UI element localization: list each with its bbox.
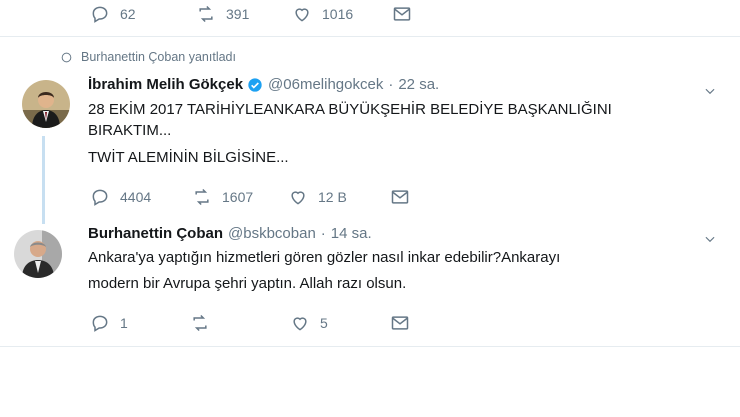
thread-connector (42, 136, 45, 224)
tweet2-message-action[interactable] (390, 313, 410, 333)
tweet2-retweet-action[interactable] (190, 313, 220, 333)
previous-tweet-actions: 62 391 1016 (0, 0, 740, 36)
avatar-gokcek[interactable] (22, 80, 70, 128)
tweet-line: 28 EKİM 2017 TARİHİYLEANKARA BÜYÜKŞEHİR … (88, 101, 612, 118)
tweet-line: TWİT ALEMİNİN BİLGİSİNE... (88, 149, 289, 166)
tweet2-header: Burhanettin Çoban @bskbcoban · 14 sa. (88, 225, 372, 242)
message-action[interactable] (392, 4, 412, 24)
tweet-line: Ankara'ya yaptığın hizmetleri gören gözl… (88, 249, 561, 266)
like-count: 1016 (322, 6, 354, 22)
reply-context-icon (61, 52, 72, 62)
retweet-icon (195, 188, 209, 206)
like-count: 12 B (318, 189, 347, 205)
like-count: 5 (320, 315, 328, 331)
separator-dot: · (388, 76, 394, 93)
tweet-line: BIRAKTIM... (88, 122, 172, 139)
envelope-icon (391, 190, 409, 204)
chevron-down-icon[interactable] (703, 232, 717, 246)
author-name[interactable]: Burhanettin Çoban (88, 225, 223, 242)
tweet1-reply-action[interactable]: 4404 (90, 187, 151, 207)
reply-action[interactable]: 62 (90, 4, 136, 24)
envelope-icon (391, 316, 409, 330)
tweet2-text: Ankara'ya yaptığın hizmetleri gören gözl… (88, 247, 708, 294)
reply-count: 1 (120, 315, 128, 331)
tweet-time[interactable]: 22 sa. (398, 76, 439, 93)
reply-icon (92, 315, 108, 332)
reply-count: 62 (120, 6, 136, 22)
chevron-down-icon[interactable] (703, 84, 717, 98)
reply-icon (92, 189, 108, 206)
heart-icon (293, 317, 307, 331)
divider (0, 346, 740, 347)
replied-context: Burhanettin Çoban yanıtladı (60, 50, 236, 64)
tweet-time[interactable]: 14 sa. (331, 225, 372, 242)
tweet1-retweet-action[interactable]: 1607 (192, 187, 253, 207)
tweet1-text: 28 EKİM 2017 TARİHİYLEANKARA BÜYÜKŞEHİR … (88, 99, 708, 168)
avatar-coban[interactable] (14, 230, 62, 278)
reply-icon (92, 6, 108, 23)
verified-badge-icon (248, 77, 262, 92)
author-name[interactable]: İbrahim Melih Gökçek (88, 76, 243, 93)
retweet-count: 391 (226, 6, 250, 22)
like-action[interactable]: 1016 (292, 4, 353, 24)
heart-icon (295, 8, 309, 22)
retweet-icon (199, 5, 213, 23)
tweet1-header: İbrahim Melih Gökçek @06melihgokcek · 22… (88, 76, 439, 93)
tweet2-like-action[interactable]: 5 (290, 313, 328, 333)
replied-label: Burhanettin Çoban yanıtladı (81, 50, 236, 64)
tweet-line: modern bir Avrupa şehri yaptın. Allah ra… (88, 275, 407, 292)
heart-icon (291, 191, 305, 205)
retweet-icon (193, 314, 207, 332)
tweet1-like-action[interactable]: 12 B (288, 187, 347, 207)
separator-dot: · (320, 225, 326, 242)
divider (0, 36, 740, 37)
tweet1-message-action[interactable] (390, 187, 410, 207)
author-handle[interactable]: @bskbcoban (228, 225, 316, 242)
author-handle[interactable]: @06melihgokcek (268, 76, 383, 93)
retweet-action[interactable]: 391 (196, 4, 249, 24)
retweet-count: 1607 (222, 189, 254, 205)
avatar-image (22, 80, 70, 128)
envelope-icon (393, 7, 411, 21)
tweet2-reply-action[interactable]: 1 (90, 313, 128, 333)
avatar-image (14, 230, 62, 278)
reply-count: 4404 (120, 189, 152, 205)
